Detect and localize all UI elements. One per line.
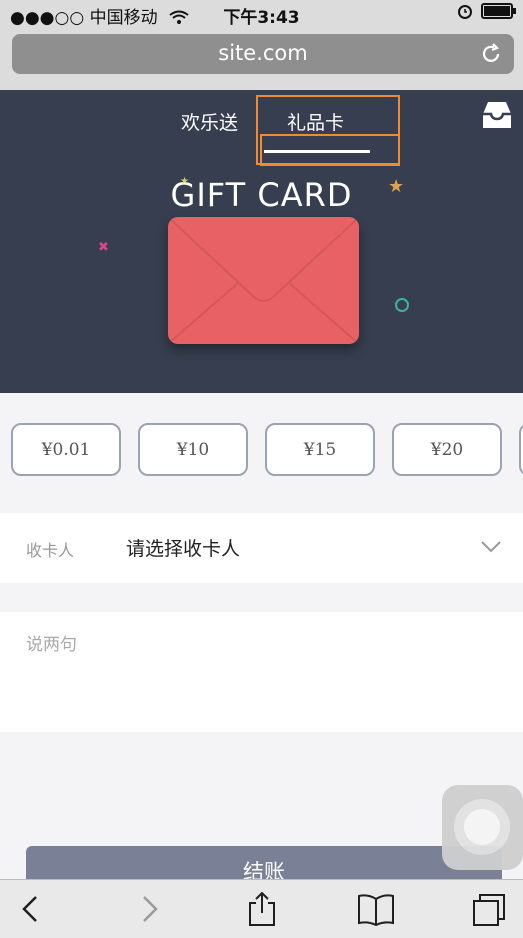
amount-option-partial[interactable] [519,423,523,476]
back-icon[interactable] [12,891,52,927]
status-right [457,3,516,19]
alarm-icon [458,5,472,19]
inbox-icon[interactable] [480,100,514,130]
envelope-icon [168,217,359,344]
highlight-box-underline [260,134,400,166]
browser-toolbar [0,879,523,938]
hero-banner: 欢乐送 礼品卡 GIFT CARD ★ ★ ✖ [0,90,523,393]
assistive-touch-button[interactable] [442,785,523,870]
amount-options: ¥0.01 ¥10 ¥15 ¥20 [0,393,523,505]
recipient-select[interactable]: 请选择收卡人 [126,534,240,561]
browser-bar: site.com [0,28,523,90]
reload-icon[interactable] [480,43,502,65]
share-icon[interactable] [242,891,282,927]
amount-option-0.01[interactable]: ¥0.01 [11,423,121,476]
small-star-decoration: ★ [180,176,189,187]
gift-card-title: GIFT CARD [170,176,353,214]
recipient-label: 收卡人 [26,541,75,560]
tabs-icon[interactable] [470,891,510,927]
star-decoration: ★ [388,176,405,197]
chevron-down-icon[interactable] [480,539,502,555]
circle-decoration [395,298,409,312]
message-placeholder: 说两句 [26,635,77,655]
amount-option-20[interactable]: ¥20 [392,423,502,476]
address-bar[interactable]: site.com [12,34,514,74]
url-text: site.com [218,41,308,65]
amount-option-10[interactable]: ¥10 [138,423,248,476]
bookmarks-icon[interactable] [356,891,396,927]
status-time: 下午3:43 [223,8,300,28]
tab-huanlesong[interactable]: 欢乐送 [181,108,238,135]
recipient-row[interactable]: 收卡人 请选择收卡人 [0,513,523,583]
message-field[interactable]: 说两句 [0,612,523,732]
forward-icon[interactable] [128,891,168,927]
assistive-touch-core [464,809,500,845]
x-decoration: ✖ [98,240,109,255]
status-bar: ●●●○○ 中国移动 下午3:43 [0,0,523,28]
amount-option-15[interactable]: ¥15 [265,423,375,476]
battery-icon [481,3,516,19]
